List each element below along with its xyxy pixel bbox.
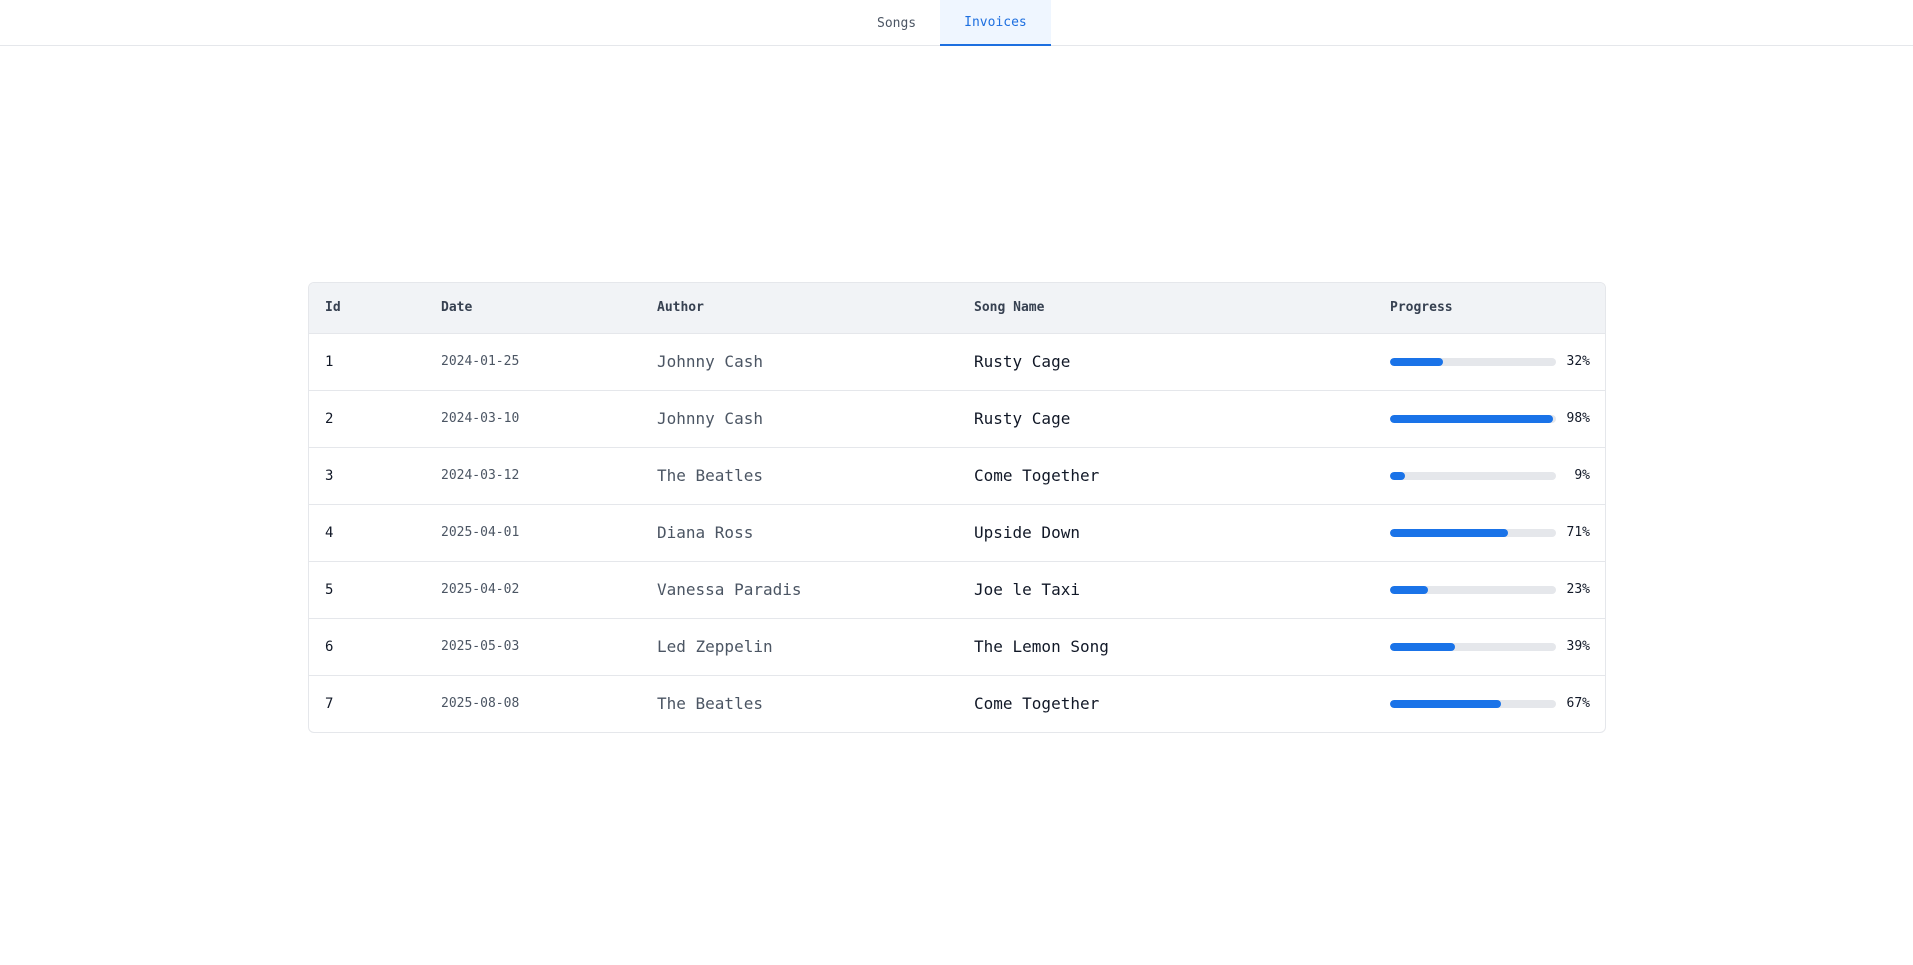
cell-date: 2024-01-25	[441, 354, 520, 369]
tab-invoices[interactable]: Invoices	[940, 0, 1051, 46]
cell-progress: 9%	[1390, 448, 1590, 504]
progress-fill	[1390, 415, 1553, 423]
progress-track	[1390, 472, 1556, 480]
progress-percent: 32%	[1566, 354, 1590, 369]
header-song-name[interactable]: Song Name	[974, 283, 1044, 333]
cell-progress: 98%	[1390, 391, 1590, 447]
progress-fill	[1390, 529, 1508, 537]
cell-author: Vanessa Paradis	[657, 580, 802, 599]
progress-percent: 23%	[1566, 582, 1590, 597]
cell-id: 5	[325, 582, 334, 598]
cell-progress: 71%	[1390, 505, 1590, 561]
cell-progress: 32%	[1390, 334, 1590, 390]
progress-fill	[1390, 643, 1455, 651]
invoices-table: Id Date Author Song Name Progress 1 2024…	[308, 282, 1606, 733]
cell-id: 3	[325, 468, 334, 484]
progress-percent: 9%	[1574, 468, 1590, 483]
progress-percent: 39%	[1566, 639, 1590, 654]
progress-track	[1390, 700, 1556, 708]
table-row[interactable]: 7 2025-08-08 The Beatles Come Together 6…	[309, 676, 1605, 732]
cell-progress: 23%	[1390, 562, 1590, 618]
cell-song-name: Come Together	[974, 466, 1100, 485]
progress-fill	[1390, 358, 1444, 366]
progress-fill	[1390, 586, 1429, 594]
cell-song-name: Joe le Taxi	[974, 580, 1080, 599]
table-row[interactable]: 2 2024-03-10 Johnny Cash Rusty Cage 98%	[309, 391, 1605, 448]
cell-author: The Beatles	[657, 466, 763, 485]
table-header: Id Date Author Song Name Progress	[309, 283, 1605, 334]
progress-track	[1390, 415, 1556, 423]
table-row[interactable]: 4 2025-04-01 Diana Ross Upside Down 71%	[309, 505, 1605, 562]
cell-date: 2025-08-08	[441, 696, 520, 711]
tab-songs[interactable]: Songs	[853, 0, 940, 46]
table-row[interactable]: 5 2025-04-02 Vanessa Paradis Joe le Taxi…	[309, 562, 1605, 619]
cell-id: 1	[325, 354, 334, 370]
cell-progress: 39%	[1390, 619, 1590, 675]
header-progress[interactable]: Progress	[1390, 283, 1453, 333]
table-body: 1 2024-01-25 Johnny Cash Rusty Cage 32% …	[309, 334, 1605, 732]
cell-id: 7	[325, 696, 334, 712]
header-author[interactable]: Author	[657, 283, 704, 333]
cell-date: 2025-05-03	[441, 639, 520, 654]
table-row[interactable]: 1 2024-01-25 Johnny Cash Rusty Cage 32%	[309, 334, 1605, 391]
cell-date: 2024-03-12	[441, 468, 520, 483]
progress-percent: 67%	[1566, 696, 1590, 711]
cell-date: 2024-03-10	[441, 411, 520, 426]
progress-track	[1390, 586, 1556, 594]
progress-fill	[1390, 472, 1405, 480]
progress-track	[1390, 643, 1556, 651]
header-date[interactable]: Date	[441, 283, 472, 333]
progress-percent: 98%	[1566, 411, 1590, 426]
header-id[interactable]: Id	[325, 283, 341, 333]
cell-author: Led Zeppelin	[657, 637, 773, 656]
cell-song-name: Come Together	[974, 694, 1100, 713]
progress-track	[1390, 529, 1556, 537]
cell-song-name: Upside Down	[974, 523, 1080, 542]
cell-date: 2025-04-02	[441, 582, 520, 597]
progress-percent: 71%	[1566, 525, 1590, 540]
cell-song-name: The Lemon Song	[974, 637, 1109, 656]
cell-author: Johnny Cash	[657, 352, 763, 371]
cell-id: 4	[325, 525, 334, 541]
cell-author: Johnny Cash	[657, 409, 763, 428]
cell-progress: 67%	[1390, 676, 1590, 732]
cell-song-name: Rusty Cage	[974, 409, 1071, 428]
cell-date: 2025-04-01	[441, 525, 520, 540]
cell-author: The Beatles	[657, 694, 763, 713]
cell-id: 6	[325, 639, 334, 655]
tab-bar: Songs Invoices	[853, 0, 1051, 46]
cell-author: Diana Ross	[657, 523, 754, 542]
top-navigation: Songs Invoices	[0, 0, 1913, 46]
progress-track	[1390, 358, 1556, 366]
progress-fill	[1390, 700, 1502, 708]
table-row[interactable]: 6 2025-05-03 Led Zeppelin The Lemon Song…	[309, 619, 1605, 676]
table-row[interactable]: 3 2024-03-12 The Beatles Come Together 9…	[309, 448, 1605, 505]
cell-id: 2	[325, 411, 334, 427]
cell-song-name: Rusty Cage	[974, 352, 1071, 371]
